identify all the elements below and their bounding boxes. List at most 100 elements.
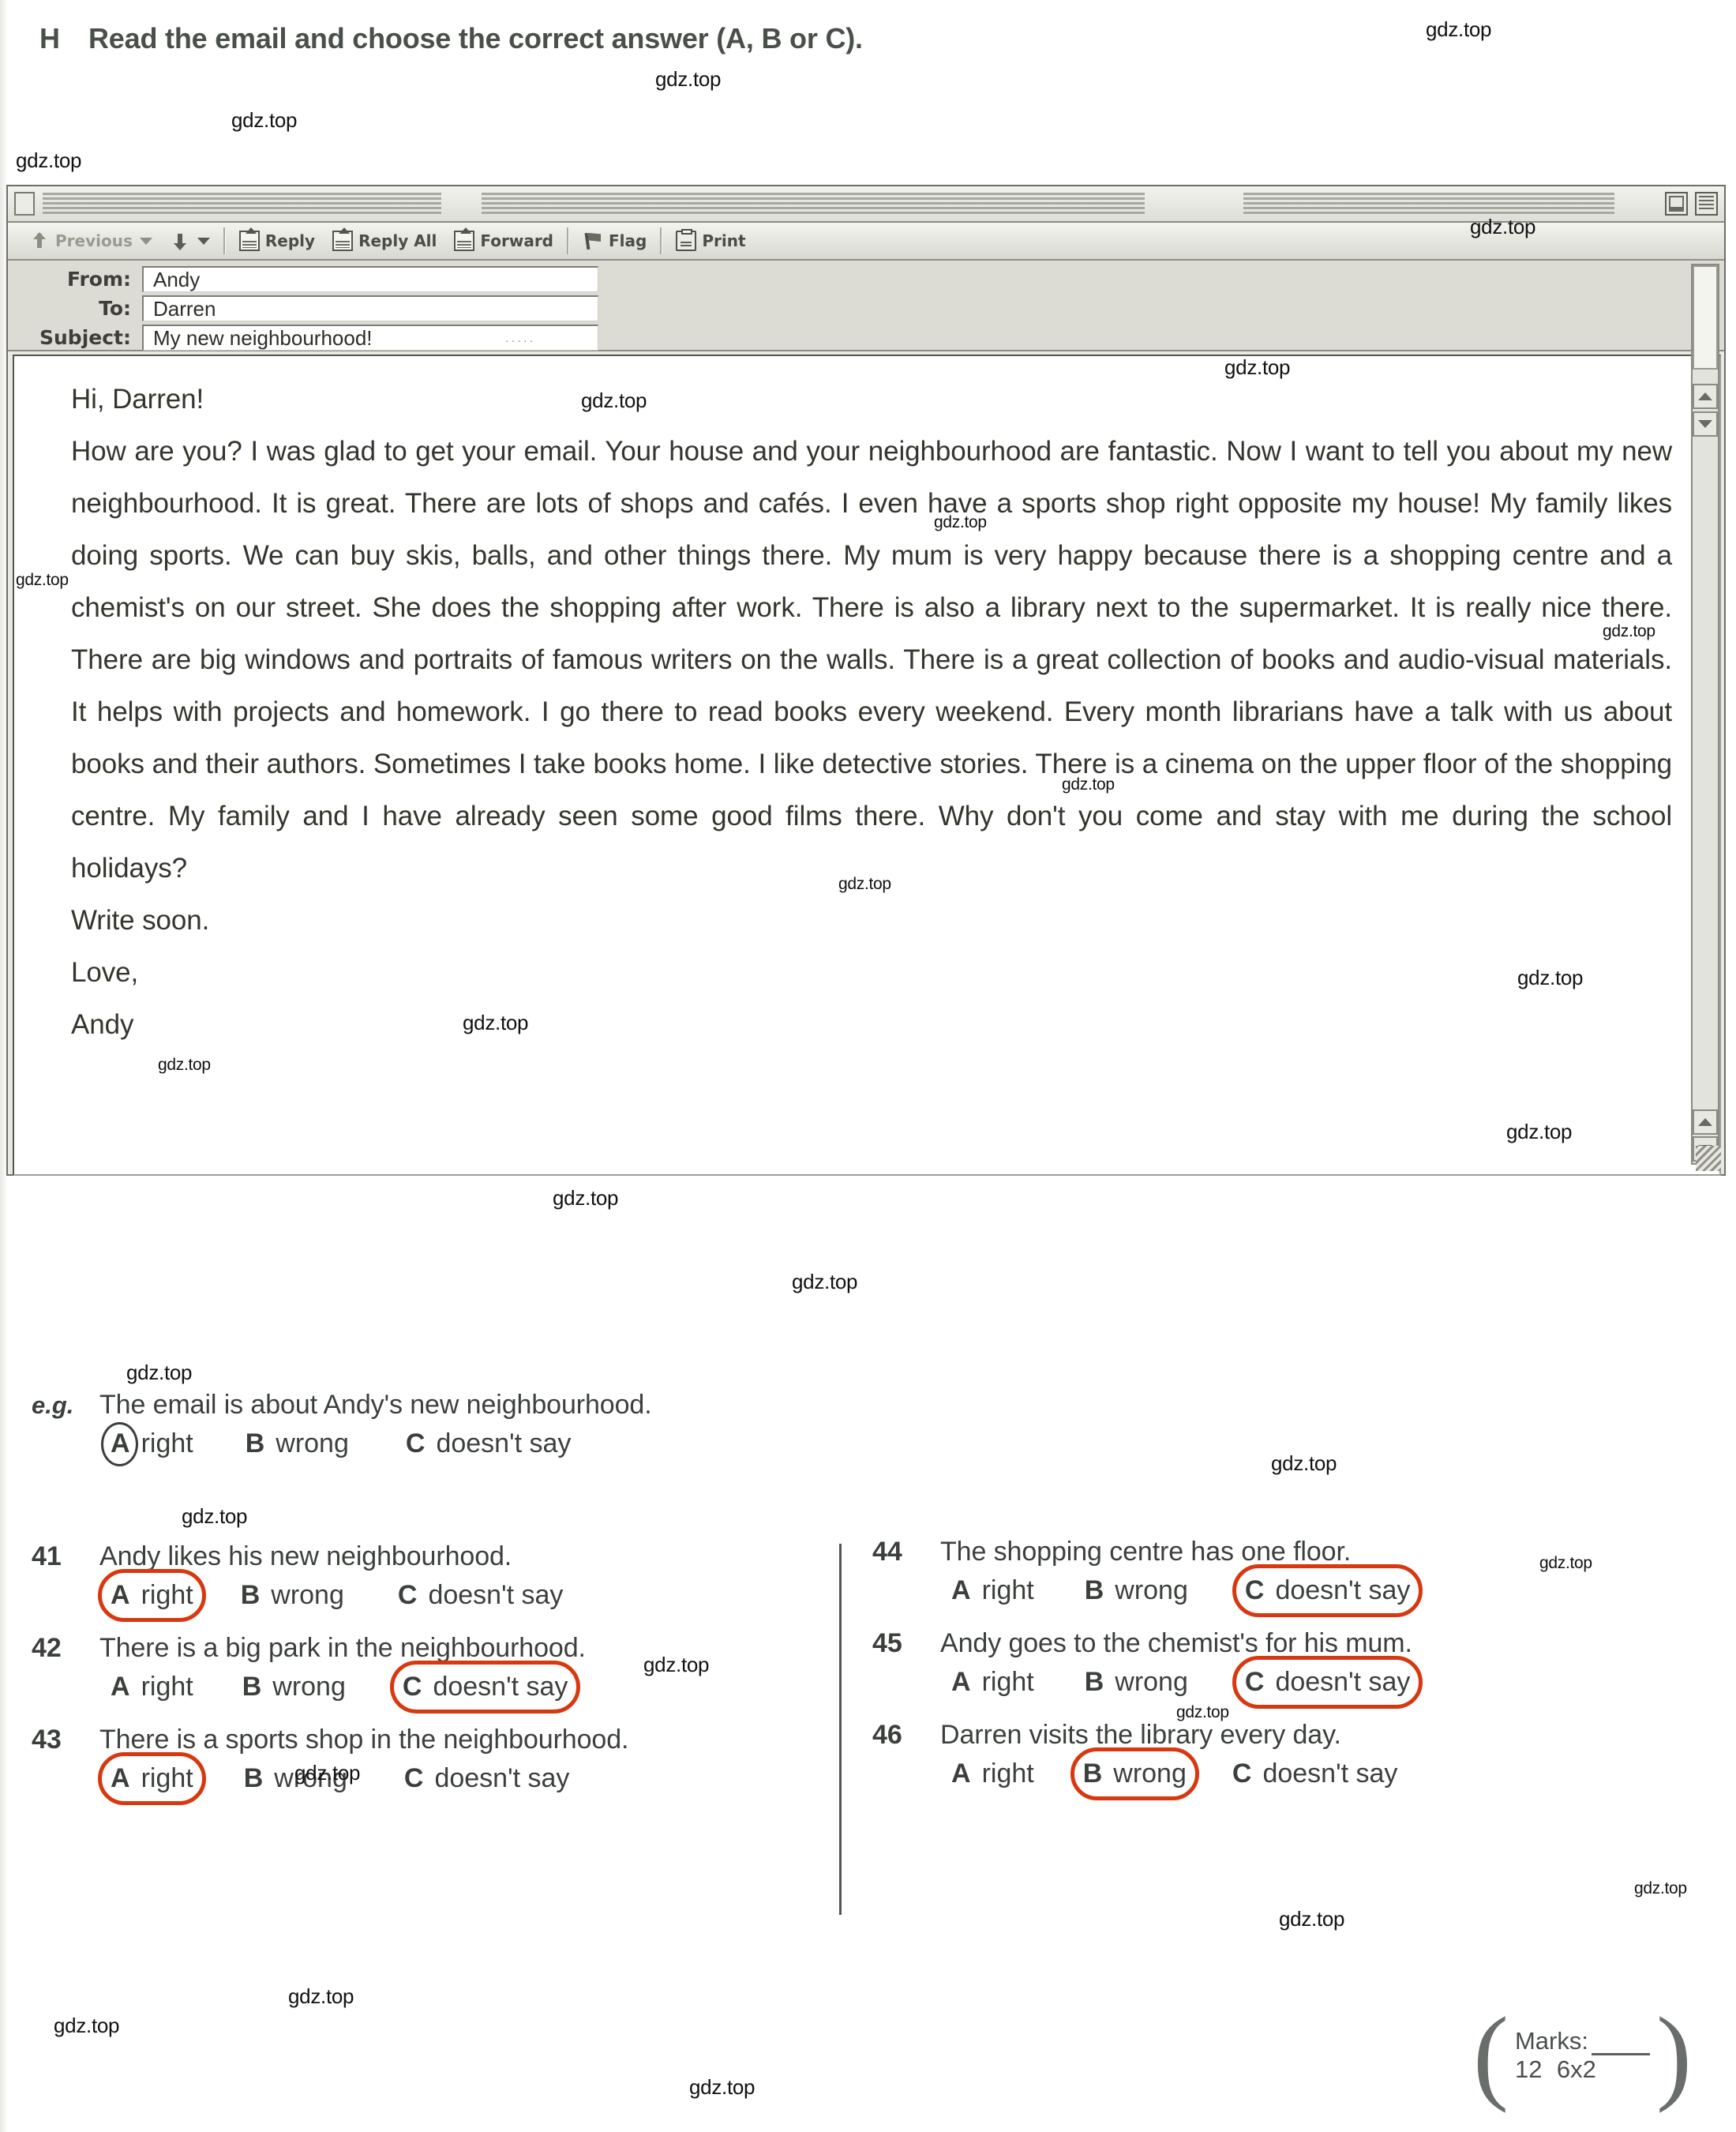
option-a-label: right — [141, 1428, 193, 1458]
option-c-label: doesn't say — [1275, 1667, 1411, 1697]
option-c-label: doesn't say — [434, 1763, 570, 1793]
watermark: gdz.top — [553, 1186, 619, 1210]
resize-grip[interactable] — [1696, 1146, 1721, 1171]
question-text: Andy likes his new neighbourhood. — [99, 1541, 512, 1571]
window-menu-icon[interactable] — [14, 192, 35, 216]
option-c[interactable]: Cdoesn't say — [1232, 1656, 1423, 1709]
option-c[interactable]: C doesn't say — [395, 1425, 583, 1462]
option-b-label: wrong — [274, 1763, 347, 1793]
chevron-down-icon[interactable] — [197, 237, 210, 245]
from-field[interactable]: Andy — [142, 266, 598, 292]
message-greeting: Hi, Darren! — [71, 384, 204, 415]
option-a[interactable]: Aright — [940, 1755, 1045, 1792]
subject-label: Subject: — [39, 326, 131, 349]
option-c[interactable]: Cdoesn't say — [387, 1577, 575, 1614]
option-a-label: right — [981, 1667, 1034, 1697]
column-divider — [839, 1544, 842, 1915]
arrow-down-icon — [170, 231, 190, 251]
option-b[interactable]: Bwrong — [1074, 1572, 1199, 1609]
scroll-up-button[interactable] — [1693, 384, 1718, 409]
example-options: A right B wrong C doesn't say — [32, 1422, 821, 1466]
marks-blank[interactable] — [1591, 2037, 1650, 2055]
chevron-down-icon[interactable] — [139, 237, 152, 245]
watermark: gdz.top — [792, 1270, 858, 1293]
option-b[interactable]: Bwrong — [231, 1668, 357, 1706]
scrollbar-thumb[interactable] — [1693, 265, 1718, 370]
marks-paren-left: ( — [1473, 1996, 1509, 2115]
questions-right-column: 44 The shopping centre has one floor. Arig… — [872, 1537, 1709, 1811]
to-row: To: Darren — [8, 295, 1724, 322]
question-item: 46 Darren visits the library every day. Ar… — [872, 1720, 1709, 1800]
option-a[interactable]: Aright — [940, 1572, 1045, 1609]
option-c[interactable]: Cdoesn't say — [389, 1661, 580, 1713]
watermark: gdz.top — [126, 1361, 193, 1384]
reply-label: Reply — [264, 231, 316, 250]
option-b-label: wrong — [272, 1672, 346, 1702]
flag-button[interactable]: Flag — [574, 225, 655, 257]
message-body: How are you? I was glad to get your emai… — [71, 436, 1672, 884]
reply-all-label: Reply All — [358, 231, 437, 250]
minimize-icon[interactable] — [1665, 192, 1688, 216]
reply-all-button[interactable]: Reply All — [324, 225, 445, 257]
exercise-heading: H Read the email and choose the correct … — [39, 22, 1145, 55]
option-c[interactable]: Cdoesn't say — [393, 1760, 581, 1797]
window-titlebar[interactable] — [8, 186, 1724, 223]
option-a-label: right — [981, 1759, 1034, 1789]
option-b-letter: B — [1082, 1759, 1103, 1789]
option-a-label: right — [141, 1672, 193, 1702]
to-field[interactable]: Darren — [142, 295, 598, 321]
vertical-scrollbar[interactable] — [1691, 264, 1719, 1165]
forward-label: Forward — [480, 231, 553, 250]
watermark: gdz.top — [288, 1984, 354, 2008]
option-a-letter: A — [111, 1672, 130, 1702]
option-c-letter: C — [397, 1580, 418, 1610]
message-closing-1: Write soon. — [71, 905, 210, 936]
option-b[interactable]: Bwrong — [1070, 1747, 1200, 1800]
option-b-letter: B — [242, 1672, 262, 1702]
marks-paren-right: ) — [1655, 1996, 1692, 2115]
option-b[interactable]: B wrong — [234, 1425, 360, 1462]
question-options: Aright Bwrong Cdoesn't say — [872, 1564, 1709, 1617]
option-a[interactable]: Aright — [99, 1668, 204, 1706]
question-options: Aright Bwrong Cdoesn't say — [872, 1747, 1709, 1800]
option-a[interactable]: A right — [99, 1422, 204, 1466]
question-number: 46 — [872, 1720, 902, 1750]
questions-left-column: 41 Andy likes his new neighbourhood. Arigh… — [32, 1541, 821, 1816]
email-client-window: Previous Reply Reply All Forward Flag Pr… — [6, 185, 1726, 1176]
option-b-letter: B — [1084, 1667, 1104, 1697]
scroll-down-button[interactable] — [1693, 411, 1718, 437]
from-label: From: — [66, 268, 131, 291]
printer-icon — [676, 229, 697, 251]
print-button[interactable]: Print — [667, 225, 754, 257]
example-question: e.g. The email is about Andy's new neigh… — [32, 1390, 821, 1470]
reply-button[interactable]: Reply — [231, 225, 324, 257]
option-a[interactable]: Aright — [98, 1752, 206, 1805]
previous-button[interactable]: Previous — [21, 225, 161, 257]
watermark: gdz.top — [1634, 1879, 1687, 1897]
maximize-icon[interactable] — [1695, 192, 1718, 216]
next-button[interactable] — [161, 225, 219, 257]
marks-multiplier: 6x2 — [1556, 2055, 1596, 2083]
option-c[interactable]: Cdoesn't say — [1221, 1755, 1409, 1792]
titlebar-texture — [1243, 193, 1614, 215]
toolbar-divider — [660, 227, 663, 254]
header-dots: ····· — [505, 334, 536, 347]
option-a[interactable]: Aright — [940, 1664, 1045, 1701]
option-b[interactable]: Bwrong — [230, 1577, 355, 1614]
question-item: e.g. The email is about Andy's new neigh… — [32, 1390, 821, 1466]
from-row: From: Andy — [8, 265, 1724, 293]
option-c-letter: C — [1244, 1575, 1265, 1605]
forward-button[interactable]: Forward — [445, 225, 562, 257]
option-b[interactable]: Bwrong — [233, 1760, 358, 1797]
option-c-letter: C — [1244, 1667, 1265, 1697]
marks-denominator: 12 — [1514, 2055, 1543, 2083]
option-b-letter: B — [243, 1763, 264, 1793]
marks-box: ( Marks: 12 6x2 ) — [1473, 1996, 1692, 2115]
option-a[interactable]: Aright — [98, 1569, 206, 1622]
scroll-up-button-bottom[interactable] — [1693, 1109, 1718, 1135]
option-c[interactable]: Cdoesn't say — [1232, 1564, 1423, 1617]
option-b[interactable]: Bwrong — [1074, 1664, 1199, 1701]
question-number: 42 — [32, 1633, 62, 1663]
option-c-letter: C — [1232, 1759, 1252, 1789]
question-options: Aright Bwrong Cdoesn't say — [32, 1661, 821, 1713]
